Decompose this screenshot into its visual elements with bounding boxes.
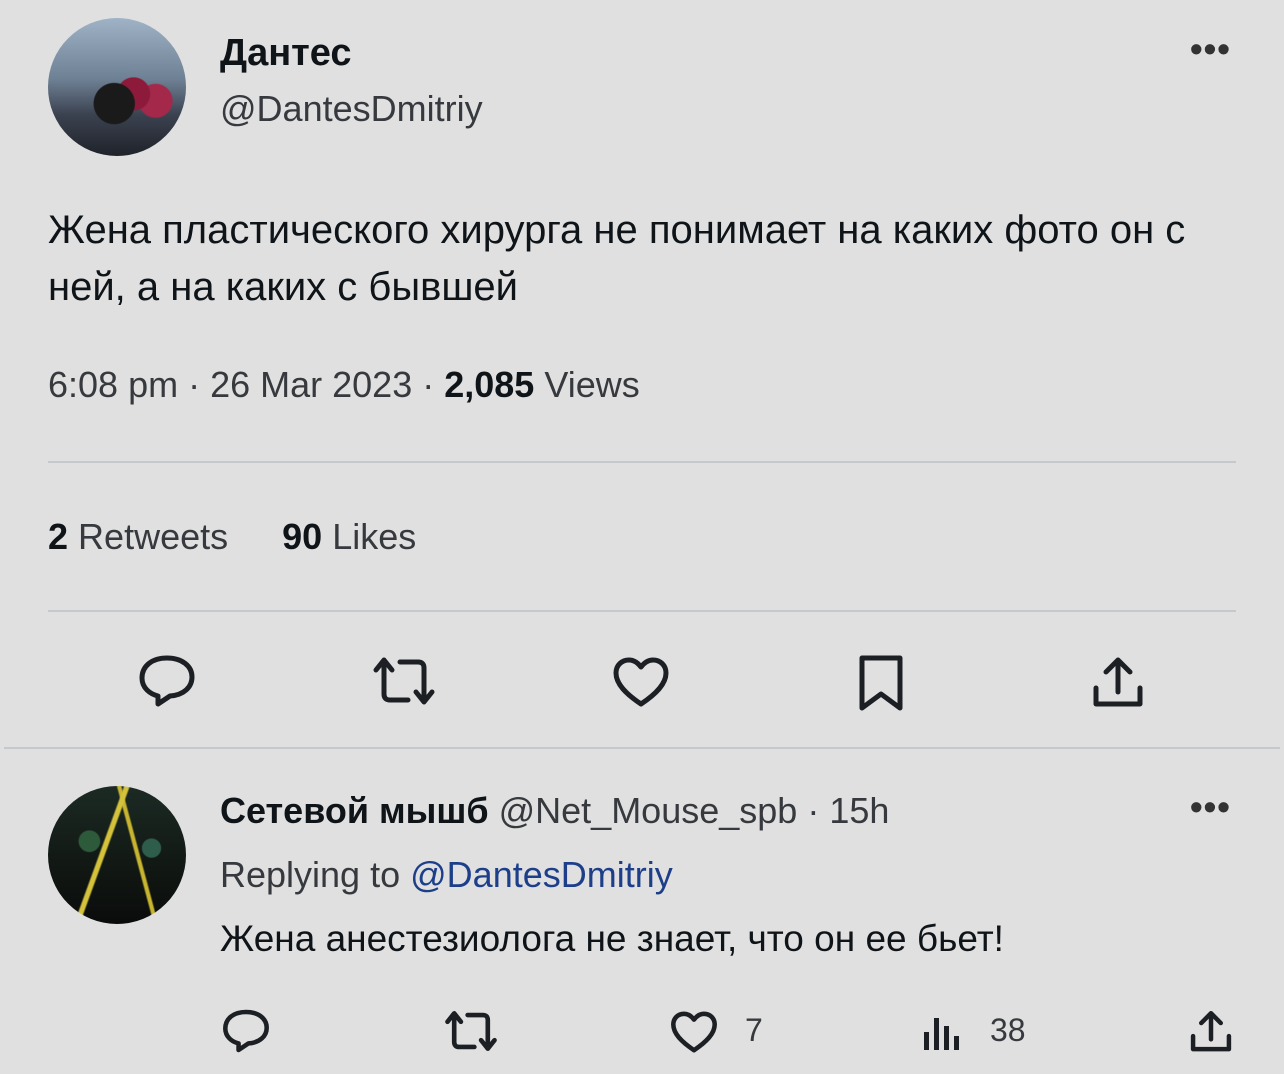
reply-author-name[interactable]: Сетевой мышб — [220, 790, 489, 831]
divider — [48, 461, 1236, 463]
tweet-time[interactable]: 6:08 pm — [48, 364, 178, 405]
retweet-icon[interactable] — [444, 1010, 498, 1052]
divider — [4, 747, 1280, 749]
views-count: 2,085 — [444, 364, 535, 405]
reply-likes-count: 7 — [745, 1012, 763, 1048]
views-icon[interactable] — [922, 1010, 962, 1052]
like-icon[interactable] — [612, 656, 670, 708]
reply-header: Сетевой мышб @Net_Mouse_spb · 15h — [220, 790, 890, 831]
reply-icon[interactable] — [138, 654, 196, 708]
author-handle[interactable]: @DantesDmitriy — [220, 88, 483, 130]
replying-to: Replying to @DantesDmitriy — [220, 854, 673, 895]
reply-text: Жена анестезиолога не знает, что он ее б… — [220, 918, 1004, 959]
share-icon[interactable] — [1188, 1010, 1234, 1054]
divider — [48, 610, 1236, 612]
reply-icon[interactable] — [222, 1008, 270, 1054]
share-icon[interactable] — [1090, 656, 1146, 710]
more-options-icon[interactable]: ••• — [1190, 786, 1231, 828]
reply-author-handle[interactable]: @Net_Mouse_spb — [499, 790, 798, 831]
author-avatar[interactable] — [48, 18, 186, 156]
tweet-meta: 6:08 pm · 26 Mar 2023 · 2,085 Views — [48, 364, 640, 405]
more-options-icon[interactable]: ••• — [1190, 28, 1231, 70]
replying-to-handle[interactable]: @DantesDmitriy — [410, 854, 673, 895]
retweets-stat[interactable]: 2 Retweets — [48, 516, 228, 557]
likes-stat[interactable]: 90 Likes — [282, 516, 416, 557]
retweet-icon[interactable] — [372, 656, 436, 706]
reply-views-count: 38 — [990, 1012, 1026, 1048]
tweet-date[interactable]: 26 Mar 2023 — [210, 364, 412, 405]
reply-author-avatar[interactable] — [48, 786, 186, 924]
reply-age[interactable]: 15h — [829, 790, 889, 831]
views-label: Views — [544, 364, 640, 405]
bookmark-icon[interactable] — [856, 654, 906, 712]
tweet-text: Жена пластического хирурга не понимает н… — [48, 208, 1186, 309]
engagement-stats: 2 Retweets 90 Likes — [48, 516, 416, 558]
author-name[interactable]: Дантес — [220, 32, 352, 75]
like-icon[interactable] — [670, 1010, 718, 1054]
